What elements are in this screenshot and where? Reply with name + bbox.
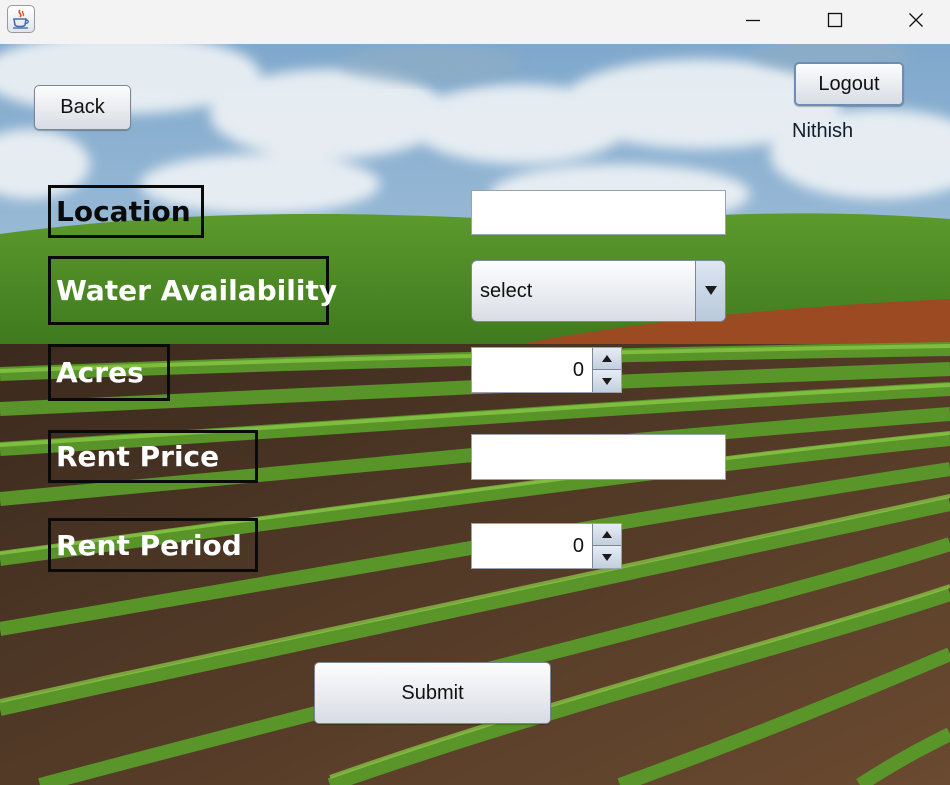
- maximize-button[interactable]: [812, 0, 858, 40]
- water-availability-label: Water Availability: [48, 256, 337, 325]
- rent-period-value[interactable]: 0: [472, 524, 584, 568]
- acres-spinner[interactable]: 0: [471, 347, 622, 393]
- rent-period-decrement-button[interactable]: [592, 546, 621, 568]
- username-label: Nithish: [792, 120, 854, 142]
- rent-price-label: Rent Price: [48, 430, 258, 483]
- form-panel: Back Logout Nithish Location Water Avail…: [0, 44, 950, 785]
- submit-button[interactable]: Submit: [314, 662, 551, 724]
- app-window: Back Logout Nithish Location Water Avail…: [0, 0, 950, 785]
- dropdown-arrow-button[interactable]: [695, 261, 725, 321]
- title-bar: [0, 0, 950, 44]
- back-button[interactable]: Back: [34, 85, 131, 130]
- location-input[interactable]: [471, 190, 726, 235]
- arrow-up-icon: [602, 355, 612, 362]
- rent-price-input[interactable]: [471, 434, 726, 480]
- minimize-icon: [746, 19, 760, 22]
- rent-period-increment-button[interactable]: [592, 524, 621, 546]
- java-app-icon: [7, 5, 35, 33]
- maximize-icon: [827, 12, 843, 28]
- arrow-down-icon: [602, 377, 612, 385]
- arrow-up-icon: [602, 531, 612, 538]
- rent-period-spinner[interactable]: 0: [471, 523, 622, 569]
- arrow-down-icon: [602, 553, 612, 561]
- close-button[interactable]: [893, 0, 939, 40]
- acres-increment-button[interactable]: [592, 348, 621, 370]
- dropdown-arrow-icon: [704, 286, 717, 295]
- rent-period-label: Rent Period: [48, 518, 258, 572]
- minimize-button[interactable]: [730, 0, 776, 40]
- acres-value[interactable]: 0: [472, 348, 584, 392]
- close-icon: [909, 13, 923, 27]
- acres-decrement-button[interactable]: [592, 370, 621, 392]
- water-availability-select[interactable]: select: [471, 260, 726, 322]
- water-availability-selected: select: [480, 280, 533, 302]
- acres-label: Acres: [48, 344, 170, 401]
- location-label: Location: [48, 185, 204, 238]
- logout-button[interactable]: Logout: [794, 62, 904, 106]
